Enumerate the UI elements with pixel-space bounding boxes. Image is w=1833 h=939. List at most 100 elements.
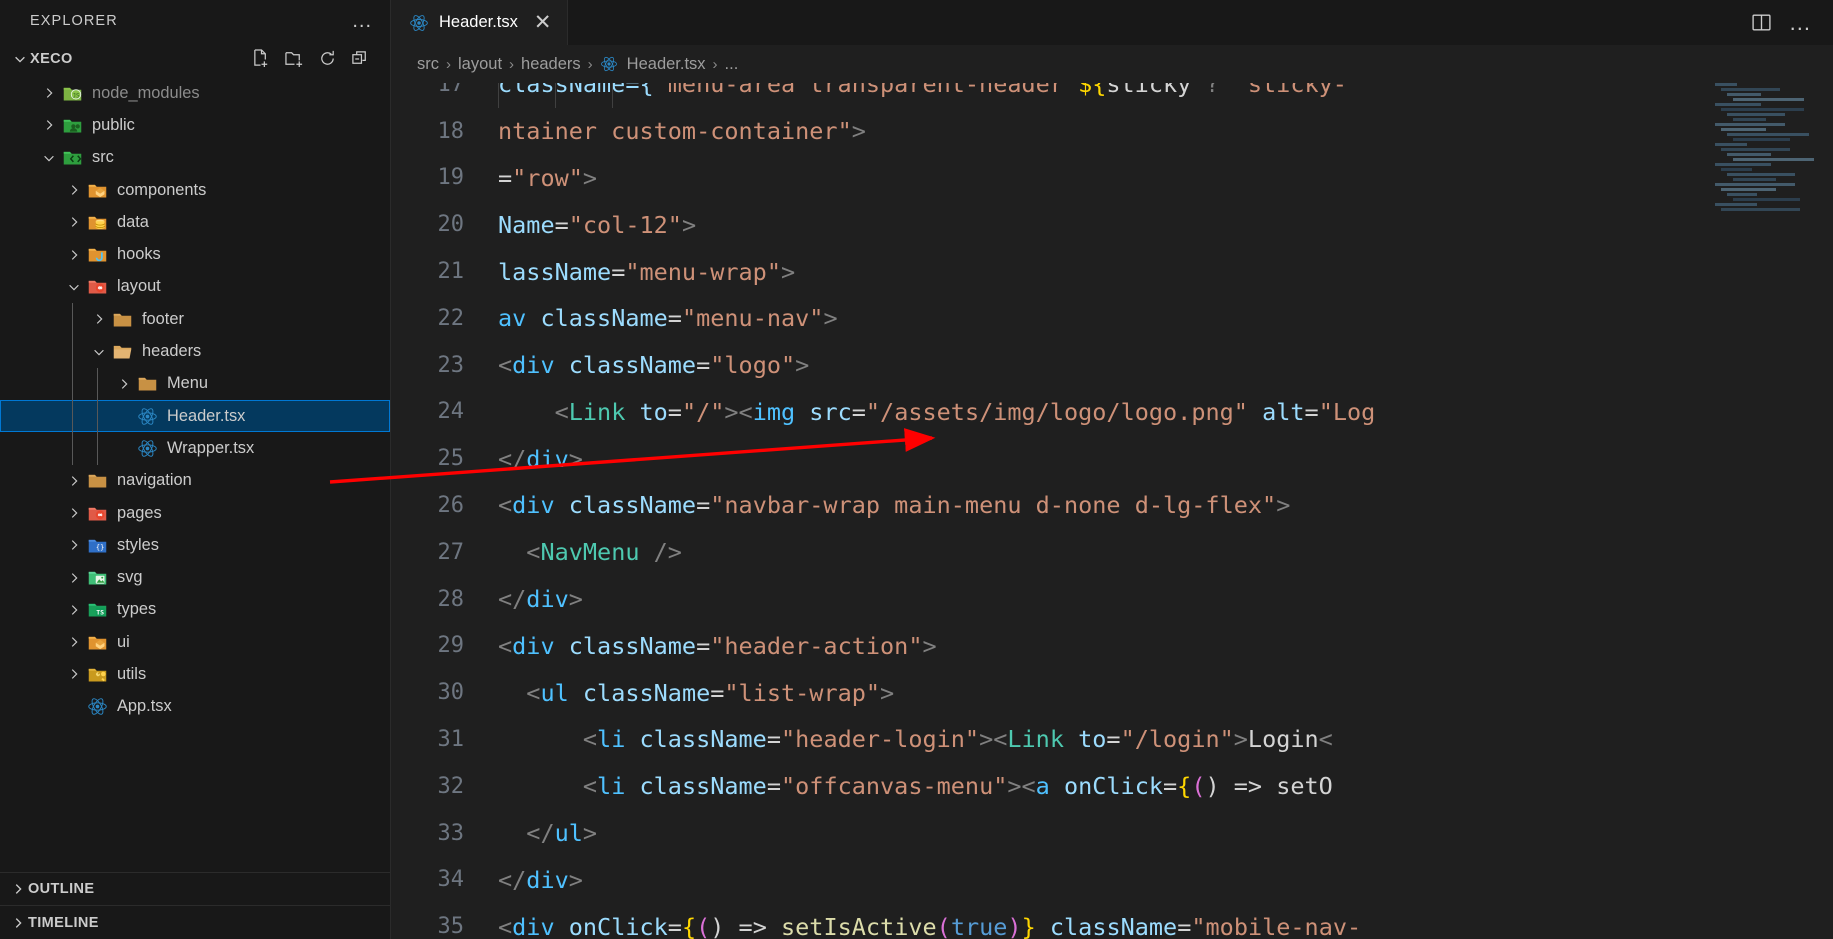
code-line[interactable]: 31 <li className="header-login"><Link to… (391, 82, 1833, 763)
breadcrumb-item-headers[interactable]: headers (521, 55, 581, 74)
code-token: < (498, 538, 541, 567)
tree-folder-public[interactable]: public (0, 109, 390, 141)
sidebar-pane-timeline[interactable]: TIMELINE (0, 906, 390, 939)
split-editor-right-icon[interactable] (1751, 12, 1772, 33)
tree-folder-components[interactable]: components (0, 174, 390, 206)
tree-folder-hooks[interactable]: hooks (0, 238, 390, 270)
code-line[interactable]: 20 Name="col-12"> (391, 201, 1833, 248)
workspace-root-label: XECO (30, 50, 73, 67)
tree-file-app-tsx[interactable]: App.tsx (0, 691, 390, 723)
file-tree[interactable]: JS node_modules public src components dat… (0, 75, 390, 872)
tree-item-label: App.tsx (117, 697, 172, 716)
horizontal-scrollbar[interactable] (391, 927, 1833, 939)
collapse-all-icon[interactable] (351, 49, 370, 68)
code-line-text: </div> (486, 866, 583, 894)
breadcrumb-item-layout[interactable]: layout (458, 55, 502, 74)
code-token: = (696, 491, 711, 520)
workspace-root-row[interactable]: XECO (0, 42, 390, 75)
vertical-scrollbar[interactable] (1817, 83, 1833, 939)
tree-item-label: src (92, 148, 114, 167)
code-token: className={` (498, 82, 668, 99)
code-token: li (597, 772, 640, 801)
chevron-right-icon[interactable] (64, 212, 84, 232)
new-file-icon[interactable] (252, 49, 271, 68)
line-number: 33 (437, 820, 465, 846)
tree-file-wrapper-tsx[interactable]: Wrapper.tsx (0, 432, 390, 465)
chevron-right-icon[interactable] (64, 471, 84, 491)
code-line[interactable]: 34 </div> (391, 82, 1833, 903)
code-line[interactable]: 22 av className="menu-nav"> (391, 295, 1833, 342)
code-lines-container[interactable]: 17 className={`menu-area transparent-head… (391, 82, 1833, 939)
tree-item-label: public (92, 115, 135, 134)
sidebar-pane-outline[interactable]: OUTLINE (0, 873, 390, 906)
chevron-right-icon[interactable] (39, 115, 59, 135)
chevron-right-icon[interactable] (39, 83, 59, 103)
tree-folder-svg[interactable]: svg (0, 561, 390, 593)
chevron-down-icon[interactable] (39, 148, 59, 168)
breadcrumb-separator: › (509, 55, 515, 73)
code-token: = (498, 163, 513, 192)
chevron-right-icon[interactable] (64, 600, 84, 620)
chevron-right-icon[interactable] (89, 309, 109, 329)
code-line[interactable]: 27 <NavMenu /> (391, 82, 1833, 576)
code-line-text: <Link to="/"><img src="/assets/img/logo/… (486, 398, 1376, 426)
code-line[interactable]: 19 ="row"> (391, 155, 1833, 202)
tree-folder-menu[interactable]: Menu (0, 367, 390, 400)
chevron-down-icon[interactable] (89, 342, 109, 362)
tree-folder-styles[interactable]: {} styles (0, 529, 390, 561)
chevron-right-icon[interactable] (64, 568, 84, 588)
tree-folder-ui[interactable]: ui (0, 626, 390, 658)
chevron-right-icon[interactable] (114, 374, 134, 394)
chevron-down-icon[interactable] (64, 277, 84, 297)
code-line[interactable]: 17 className={`menu-area transparent-head… (391, 83, 1833, 108)
breadcrumb-item--[interactable]: ... (725, 55, 739, 74)
breadcrumb-item-header-tsx[interactable]: Header.tsx (600, 55, 706, 74)
code-token: >< (979, 725, 1008, 754)
code-line[interactable]: 25 </div> (391, 82, 1833, 482)
more-actions-icon[interactable]: ... (1790, 11, 1811, 33)
chevron-right-icon[interactable] (64, 535, 84, 555)
code-line[interactable]: 30 <ul className="list-wrap"> (391, 82, 1833, 716)
tree-file-header-tsx[interactable]: Header.tsx (0, 399, 390, 433)
code-line-text: <NavMenu /> (486, 538, 682, 566)
tree-item-label: Header.tsx (167, 406, 246, 425)
breadcrumb-item-src[interactable]: src (417, 55, 439, 74)
close-icon[interactable]: ✕ (534, 12, 552, 33)
tree-folder-node-modules[interactable]: JS node_modules (0, 77, 390, 109)
code-editor[interactable]: 17 className={`menu-area transparent-head… (391, 82, 1833, 939)
code-token: " (837, 117, 852, 146)
tree-folder-navigation[interactable]: navigation (0, 465, 390, 497)
tab-header-tsx[interactable]: Header.tsx ✕ (391, 0, 569, 46)
code-token: div (512, 351, 569, 380)
tree-folder-utils[interactable]: utils (0, 658, 390, 690)
tree-folder-layout[interactable]: layout (0, 271, 390, 303)
new-folder-icon[interactable] (285, 49, 304, 68)
code-line[interactable]: 21 lassName="menu-wrap"> (391, 248, 1833, 295)
code-line[interactable]: 33 </ul> (391, 82, 1833, 857)
code-line[interactable]: 32 <li className="offcanvas-menu"><a onC… (391, 82, 1833, 810)
code-line[interactable]: 18 ntainer custom-container"> (391, 108, 1833, 155)
chevron-right-icon[interactable] (64, 664, 84, 684)
chevron-right-icon[interactable] (64, 632, 84, 652)
refresh-icon[interactable] (318, 49, 337, 68)
code-token: ul (540, 678, 583, 707)
code-line[interactable]: 29 <div className="header-action"> (391, 82, 1833, 669)
tree-folder-src[interactable]: src (0, 142, 390, 174)
tree-folder-types[interactable]: TS types (0, 594, 390, 626)
tree-folder-pages[interactable]: pages (0, 497, 390, 529)
chevron-right-icon[interactable] (64, 503, 84, 523)
tree-folder-data[interactable]: data (0, 206, 390, 238)
tree-folder-footer[interactable]: footer (0, 303, 390, 336)
code-line-text: <li className="offcanvas-menu"><a onClic… (486, 772, 1333, 800)
tree-folder-headers[interactable]: headers (0, 335, 390, 368)
code-line[interactable]: 23 <div className="logo"> (391, 82, 1833, 389)
chevron-right-icon[interactable] (64, 245, 84, 265)
code-line[interactable]: 26 <div className="navbar-wrap main-menu … (391, 82, 1833, 529)
line-number: 26 (437, 492, 465, 518)
line-number: 34 (437, 867, 465, 893)
code-line[interactable]: 24 <Link to="/"><img src="/assets/img/lo… (391, 82, 1833, 436)
explorer-more-actions-button[interactable]: ... (352, 11, 372, 31)
code-line[interactable]: 28 </div> (391, 82, 1833, 623)
tree-item-label: footer (142, 309, 184, 328)
chevron-right-icon[interactable] (64, 180, 84, 200)
